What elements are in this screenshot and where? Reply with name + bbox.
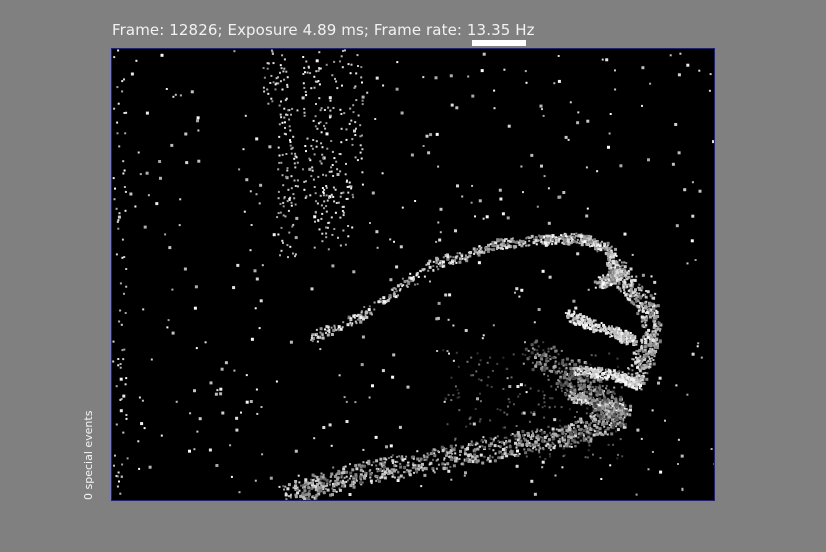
- special-events-label: 0 special events: [82, 410, 95, 500]
- event-frame-display[interactable]: [111, 48, 715, 501]
- event-image: [112, 49, 714, 500]
- frame-status-text: Frame: 12826; Exposure 4.89 ms; Frame ra…: [112, 21, 535, 39]
- frame-rate-indicator-bar: [472, 40, 526, 46]
- event-viewer-window: Frame: 12826; Exposure 4.89 ms; Frame ra…: [0, 0, 826, 552]
